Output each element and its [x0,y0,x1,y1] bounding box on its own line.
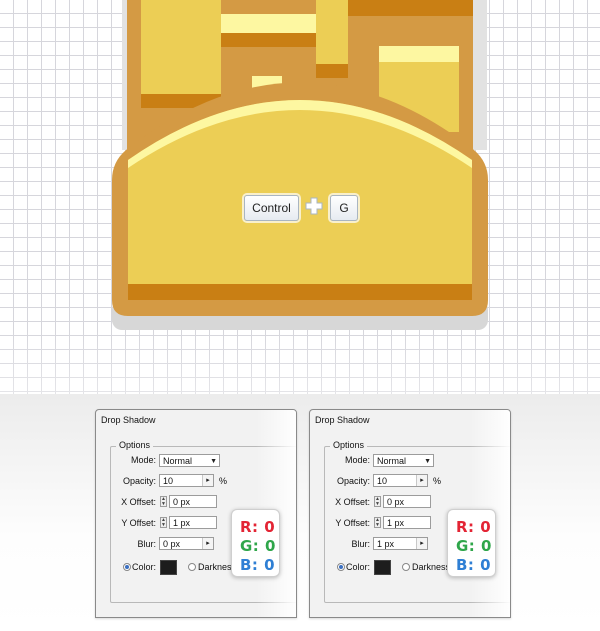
opacity-unit: % [433,476,442,486]
rgb-blue: B: 0 [240,556,276,574]
yoffset-label: Y Offset: [121,518,156,528]
stepper-arrow-icon[interactable]: ▸ [416,538,427,549]
color-label: Color: [345,562,370,572]
options-label: Options [330,440,368,450]
blur-label: Blur: [351,539,370,549]
spinner-icon[interactable]: ▲ ▼ [160,496,167,507]
darkness-label: Darkness [412,562,451,572]
yoffset-input[interactable]: 1 px [383,516,431,529]
mode-value: Normal [163,456,193,466]
mode-label: Mode: [130,455,156,465]
blur-input[interactable]: 0 px ▸ [159,537,214,550]
spinner-icon[interactable]: ▲ ▼ [374,517,381,528]
mode-select[interactable]: Normal ▼ [373,454,434,467]
blur-input[interactable]: 1 px ▸ [373,537,428,550]
paper-5 [379,46,459,62]
rgb-red: R: 0 [240,518,276,536]
mode-select[interactable]: Normal ▼ [159,454,220,467]
folder-front-stripe [128,284,472,300]
xoffset-input[interactable]: 0 px [169,495,217,508]
yoffset-label: Y Offset: [335,518,370,528]
stepper-arrow-icon[interactable]: ▸ [202,538,213,549]
opacity-input[interactable]: 10 ▸ [373,474,428,487]
color-swatch[interactable] [160,560,177,575]
blur-value: 1 px [377,539,395,549]
opacity-label: Opacity: [336,476,370,486]
mode-label: Mode: [344,455,370,465]
paper-2 [221,14,316,34]
paper-2-stripe [221,33,316,47]
opacity-value: 10 [163,476,174,486]
xoffset-label: X Offset: [121,497,156,507]
xoffset-input[interactable]: 0 px [383,495,431,508]
options-label: Options [116,440,154,450]
blur-value: 0 px [163,539,181,549]
spinner-icon[interactable]: ▲ ▼ [374,496,381,507]
darkness-radio[interactable] [402,563,410,571]
paper-1 [141,0,221,98]
rgb-green: G: 0 [240,537,276,555]
dropdown-arrow-icon: ▼ [424,458,431,465]
stepper-arrow-icon[interactable]: ▸ [416,475,427,486]
paper-3-stripe [316,64,348,78]
rgb-red: R: 0 [456,518,492,536]
stepper-arrow-icon[interactable]: ▸ [202,475,213,486]
paper-3 [316,0,348,66]
spinner-icon[interactable]: ▲ ▼ [160,517,167,528]
opacity-value: 10 [377,476,388,486]
opacity-unit: % [219,476,228,486]
g-key: G [330,195,358,221]
rgb-green: G: 0 [456,537,492,555]
control-key: Control [244,195,299,221]
opacity-input[interactable]: 10 ▸ [159,474,214,487]
folder-illustration [112,0,488,330]
yoffset-input[interactable]: 1 px [169,516,217,529]
opacity-label: Opacity: [122,476,156,486]
plus-icon [305,197,323,215]
dialog-title: Drop Shadow [315,415,370,425]
rgb-blue: B: 0 [456,556,492,574]
mode-value: Normal [377,456,407,466]
dropdown-arrow-icon: ▼ [210,458,217,465]
xoffset-label: X Offset: [335,497,370,507]
darkness-radio[interactable] [188,563,196,571]
dialog-title: Drop Shadow [101,415,156,425]
color-label: Color: [131,562,156,572]
rgb-card-1: R: 0 G: 0 B: 0 [231,509,280,577]
rgb-card-2: R: 0 G: 0 B: 0 [447,509,496,577]
paper-4 [348,0,473,16]
color-swatch[interactable] [374,560,391,575]
blur-label: Blur: [137,539,156,549]
